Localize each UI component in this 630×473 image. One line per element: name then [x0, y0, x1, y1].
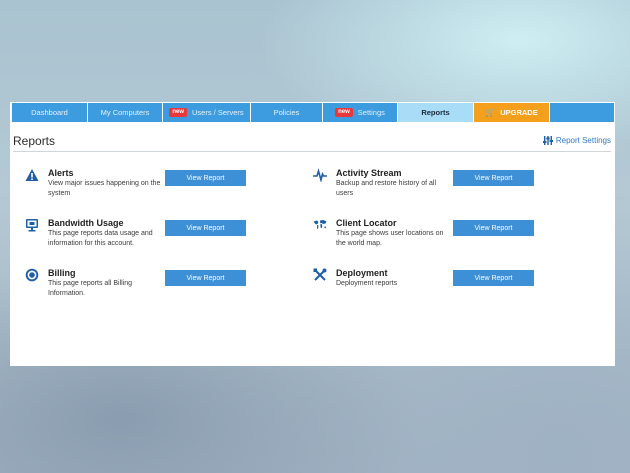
- tab-label: UPGRADE: [500, 108, 538, 117]
- tab-label: Users / Servers: [191, 108, 244, 117]
- report-description: This page reports all Billing Informatio…: [48, 280, 133, 297]
- tab-label: Dashboard: [31, 108, 68, 117]
- tab-reports[interactable]: Reports: [398, 103, 474, 122]
- activity-icon: [313, 168, 327, 182]
- alert-icon: [25, 169, 39, 181]
- report-description: This page reports data usage and informa…: [48, 230, 153, 247]
- tab-my-computers[interactable]: My Computers: [88, 103, 163, 122]
- report-client-locator: Client Locator This page shows user loca…: [313, 218, 583, 254]
- tab-label: Settings: [357, 108, 385, 117]
- page-header: Reports Report Settings: [13, 132, 611, 152]
- monitor-icon: [26, 219, 38, 232]
- report-settings-link[interactable]: Report Settings: [542, 136, 611, 145]
- view-report-button[interactable]: View Report: [453, 170, 534, 186]
- reports-panel: Dashboard My Computers new Users / Serve…: [10, 102, 615, 366]
- report-billing: Billing This page reports all Billing In…: [25, 268, 295, 304]
- tab-label: Reports: [421, 108, 450, 117]
- report-title: Alerts: [48, 168, 74, 178]
- report-description: View major issues happening on the syste…: [48, 180, 161, 197]
- tab-dashboard[interactable]: Dashboard: [12, 103, 88, 122]
- tab-label: Policies: [273, 108, 300, 117]
- page-title: Reports: [13, 134, 56, 148]
- upgrade-button[interactable]: 🛒 UPGRADE: [474, 103, 550, 122]
- new-badge: new: [169, 108, 187, 117]
- tab-users-servers[interactable]: new Users / Servers: [163, 103, 251, 122]
- view-report-button[interactable]: View Report: [165, 170, 246, 186]
- tools-icon: [313, 268, 327, 281]
- view-report-button[interactable]: View Report: [453, 220, 534, 236]
- report-bandwidth-usage: Bandwidth Usage This page reports data u…: [25, 218, 295, 254]
- report-description: This page shows user locations on the wo…: [336, 230, 444, 247]
- tab-policies[interactable]: Policies: [251, 103, 323, 122]
- sliders-icon: [542, 136, 553, 145]
- new-badge: new: [335, 108, 353, 117]
- main-nav: Dashboard My Computers new Users / Serve…: [12, 103, 614, 122]
- cart-icon: 🛒: [485, 108, 496, 117]
- report-title: Client Locator: [336, 218, 397, 228]
- report-alerts: Alerts View major issues happening on th…: [25, 168, 295, 204]
- report-settings-label: Report Settings: [555, 136, 611, 145]
- report-title: Bandwidth Usage: [48, 218, 124, 228]
- tab-settings[interactable]: new Settings: [323, 103, 398, 122]
- world-map-icon: [313, 220, 327, 229]
- report-deployment: Deployment Deployment reports View Repor…: [313, 268, 583, 304]
- report-description: Deployment reports: [336, 280, 398, 287]
- report-title: Billing: [48, 268, 76, 278]
- billing-icon: [25, 268, 39, 282]
- view-report-button[interactable]: View Report: [165, 220, 246, 236]
- report-title: Activity Stream: [336, 168, 402, 178]
- report-title: Deployment: [336, 268, 388, 278]
- view-report-button[interactable]: View Report: [453, 270, 534, 286]
- view-report-button[interactable]: View Report: [165, 270, 246, 286]
- report-description: Backup and restore history of all users: [336, 180, 436, 197]
- tab-label: My Computers: [100, 108, 150, 117]
- report-activity-stream: Activity Stream Backup and restore histo…: [313, 168, 583, 204]
- tab-empty: [550, 103, 614, 122]
